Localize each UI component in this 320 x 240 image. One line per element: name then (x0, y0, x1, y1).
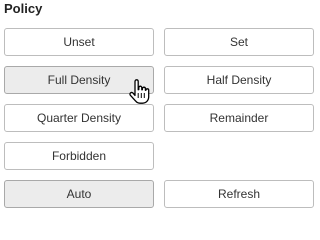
half-density-button[interactable]: Half Density (164, 66, 314, 94)
set-button[interactable]: Set (164, 28, 314, 56)
auto-button[interactable]: Auto (4, 180, 154, 208)
policy-heading: Policy (4, 1, 43, 16)
remainder-button[interactable]: Remainder (164, 104, 314, 132)
unset-button[interactable]: Unset (4, 28, 154, 56)
full-density-button[interactable]: Full Density (4, 66, 154, 94)
refresh-button[interactable]: Refresh (164, 180, 314, 208)
quarter-density-button[interactable]: Quarter Density (4, 104, 154, 132)
forbidden-button[interactable]: Forbidden (4, 142, 154, 170)
